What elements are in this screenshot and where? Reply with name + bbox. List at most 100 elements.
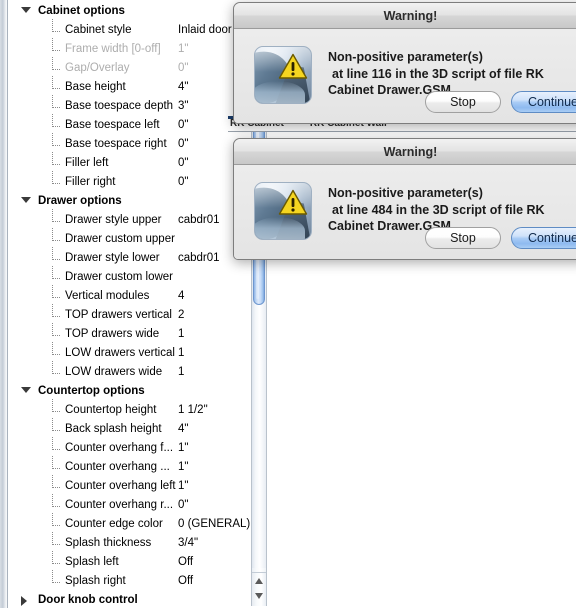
tree-item-row[interactable]: LOW drawers vertical 1: [8, 342, 251, 363]
tree-connector-icon: [52, 38, 62, 59]
tree-item-value[interactable]: 4: [178, 287, 184, 306]
triangle-down-icon[interactable]: [255, 593, 263, 599]
tree-group-row[interactable]: Drawer options: [8, 192, 251, 211]
tree-item-row[interactable]: Vertical modules 4: [8, 285, 251, 306]
tree-item-row[interactable]: Base height 4": [8, 76, 251, 97]
tree-item-row[interactable]: Base toespace right 0": [8, 133, 251, 154]
tree-item-value[interactable]: cabdr01: [178, 211, 220, 230]
tree-item-value[interactable]: 3": [178, 97, 188, 116]
tree-item-row[interactable]: Splash thickness 3/4": [8, 532, 251, 553]
tree-group-row[interactable]: Door knob control: [8, 591, 251, 606]
tree-item-row[interactable]: Drawer style upper cabdr01: [8, 209, 251, 230]
stop-button[interactable]: Stop: [424, 227, 501, 249]
tree-item-value[interactable]: 1: [178, 344, 184, 363]
continue-button[interactable]: Continue: [510, 91, 576, 113]
tree-item-label: TOP drawers vertical: [65, 309, 172, 321]
tree-item-value[interactable]: 1": [178, 439, 188, 458]
triangle-down-icon[interactable]: [21, 387, 31, 393]
dialog-titlebar: Warning!: [234, 139, 576, 165]
dialog-message-line-2: at line 484 in the 3D script of file RK: [332, 202, 545, 217]
tree-group-row[interactable]: Cabinet options: [8, 2, 251, 21]
tree-connector-icon: [52, 437, 62, 458]
tree-item-row[interactable]: Counter overhang ... 1": [8, 456, 251, 477]
tree-item-value[interactable]: 0": [178, 173, 188, 192]
tree-connector-icon: [52, 342, 62, 363]
tree-item-label: LOW drawers vertical: [65, 347, 175, 359]
tree-item-value[interactable]: 2: [178, 306, 184, 325]
tree-item-label: Back splash height: [65, 423, 162, 435]
stop-button[interactable]: Stop: [424, 91, 501, 113]
tree-item-value[interactable]: 1": [178, 477, 188, 496]
tree-item-row[interactable]: Counter overhang f... 1": [8, 437, 251, 458]
tree-item-row[interactable]: Back splash height 4": [8, 418, 251, 439]
tree-connector-icon: [52, 228, 62, 249]
tree-item-row[interactable]: Drawer custom upper: [8, 228, 251, 249]
warning-dialog-2[interactable]: Warning! Non-positive parameter(s) at li…: [233, 138, 576, 260]
tree-item-value[interactable]: 0": [178, 135, 188, 154]
tree-item-row[interactable]: Filler right 0": [8, 171, 251, 192]
tree-item-label: Gap/Overlay: [65, 62, 130, 74]
tree-item-row[interactable]: Splash left Off: [8, 551, 251, 572]
tree-item-row[interactable]: Countertop height 1 1/2": [8, 399, 251, 420]
warning-triangle-icon: [278, 53, 308, 80]
tree-item-row[interactable]: Drawer style lower cabdr01: [8, 247, 251, 268]
tree-connector-icon: [52, 551, 62, 572]
tree-item-value[interactable]: 1 1/2": [178, 401, 208, 420]
tree-item-row[interactable]: Counter edge color 0 (GENERAL): [8, 513, 251, 534]
tree-item-row[interactable]: TOP drawers vertical 2: [8, 304, 251, 325]
tree-item-value[interactable]: 4": [178, 420, 188, 439]
tree-item-value[interactable]: 0": [178, 496, 188, 515]
dialog-button-row: Stop Continue: [424, 227, 576, 249]
tree-item-row[interactable]: Splash right Off: [8, 570, 251, 591]
screen: Cabinet options Cabinet style Inlaid door F…: [0, 0, 576, 608]
tree-item-row[interactable]: Counter overhang r... 0": [8, 494, 251, 515]
tree-group-row[interactable]: Countertop options: [8, 382, 251, 401]
tree-item-row[interactable]: Filler left 0": [8, 152, 251, 173]
tree-connector-icon: [52, 475, 62, 496]
dialog-message-line-1: Non-positive parameter(s): [328, 186, 483, 200]
tree-item-row[interactable]: Base toespace left 0": [8, 114, 251, 135]
tree-connector-icon: [52, 570, 62, 591]
tree-item-label: Splash right: [65, 575, 126, 587]
tree-item-value[interactable]: 1: [178, 363, 184, 382]
triangle-up-icon[interactable]: [255, 578, 263, 584]
archicad-app-warning-icon: [254, 46, 312, 104]
tree-item-value[interactable]: 0": [178, 154, 188, 173]
tree-item-label: Countertop height: [65, 404, 157, 416]
tree-item-label: Counter overhang ...: [65, 461, 170, 473]
warning-dialog-1[interactable]: Warning! Non-positive parameter(s) at li…: [233, 2, 576, 124]
tree-item-value[interactable]: 1: [178, 325, 184, 344]
tree-item-value[interactable]: 3/4": [178, 534, 198, 553]
scrollbar-arrow-box[interactable]: [252, 572, 266, 606]
tree-item-row[interactable]: Cabinet style Inlaid door: [8, 19, 251, 40]
tree-item-row[interactable]: Base toespace depth 3": [8, 95, 251, 116]
triangle-right-icon[interactable]: [21, 596, 27, 606]
tree-item-row[interactable]: Drawer custom lower: [8, 266, 251, 287]
tree-group-label: Countertop options: [38, 385, 145, 397]
triangle-down-icon[interactable]: [21, 197, 31, 203]
continue-button[interactable]: Continue: [510, 227, 576, 249]
tree-connector-icon: [52, 361, 62, 382]
tree-item-row[interactable]: LOW drawers wide 1: [8, 361, 251, 382]
tree-item-row[interactable]: Counter overhang left 1": [8, 475, 251, 496]
tree-connector-icon: [52, 513, 62, 534]
tree-item-value[interactable]: Inlaid door: [178, 21, 232, 40]
settings-tree-list: Cabinet options Cabinet style Inlaid door F…: [8, 2, 251, 606]
tree-item-row[interactable]: TOP drawers wide 1: [8, 323, 251, 344]
tree-item-label: Filler right: [65, 176, 116, 188]
tree-item-value[interactable]: 4": [178, 78, 188, 97]
tree-item-value[interactable]: Off: [178, 572, 193, 591]
tree-connector-icon: [52, 57, 62, 78]
tree-item-value[interactable]: 1": [178, 40, 188, 59]
tree-item-value[interactable]: 1": [178, 458, 188, 477]
tree-item-value[interactable]: 0": [178, 116, 188, 135]
tree-item-value[interactable]: 0 (GENERAL): [178, 515, 250, 534]
triangle-down-icon[interactable]: [21, 7, 31, 13]
dialog-message-line-1: Non-positive parameter(s): [328, 50, 483, 64]
tree-item-value[interactable]: Off: [178, 553, 193, 572]
settings-tree-panel[interactable]: Cabinet options Cabinet style Inlaid door F…: [8, 2, 251, 606]
tree-connector-icon: [52, 418, 62, 439]
tree-item-value[interactable]: 0": [178, 59, 188, 78]
tree-item-label: Drawer custom lower: [65, 271, 173, 283]
tree-item-value[interactable]: cabdr01: [178, 249, 220, 268]
